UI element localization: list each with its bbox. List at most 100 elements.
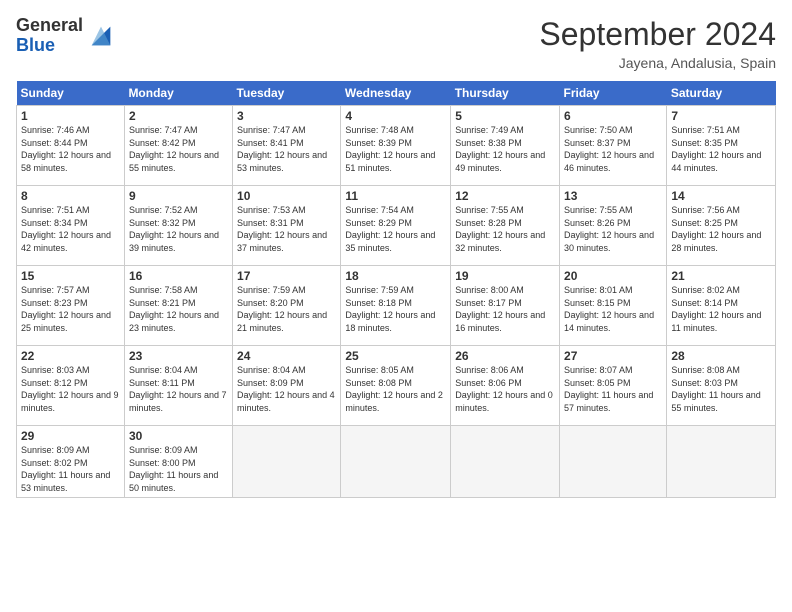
- day-cell: 17 Sunrise: 7:59 AMSunset: 8:20 PMDaylig…: [233, 266, 341, 346]
- day-cell: 30 Sunrise: 8:09 AMSunset: 8:00 PMDaylig…: [124, 426, 232, 498]
- day-number: 19: [455, 269, 555, 283]
- day-cell: 26 Sunrise: 8:06 AMSunset: 8:06 PMDaylig…: [451, 346, 560, 426]
- day-cell: 10 Sunrise: 7:53 AMSunset: 8:31 PMDaylig…: [233, 186, 341, 266]
- day-info: Sunrise: 7:46 AMSunset: 8:44 PMDaylight:…: [21, 125, 111, 173]
- day-info: Sunrise: 8:04 AMSunset: 8:11 PMDaylight:…: [129, 365, 227, 413]
- day-number: 10: [237, 189, 336, 203]
- day-number: 29: [21, 429, 120, 443]
- calendar-week-row: 8 Sunrise: 7:51 AMSunset: 8:34 PMDayligh…: [17, 186, 776, 266]
- day-info: Sunrise: 7:59 AMSunset: 8:20 PMDaylight:…: [237, 285, 327, 333]
- day-info: Sunrise: 7:47 AMSunset: 8:41 PMDaylight:…: [237, 125, 327, 173]
- day-cell: 21 Sunrise: 8:02 AMSunset: 8:14 PMDaylig…: [667, 266, 776, 346]
- day-info: Sunrise: 8:01 AMSunset: 8:15 PMDaylight:…: [564, 285, 654, 333]
- col-saturday: Saturday: [667, 81, 776, 106]
- day-info: Sunrise: 7:56 AMSunset: 8:25 PMDaylight:…: [671, 205, 761, 253]
- day-number: 1: [21, 109, 120, 123]
- day-number: 24: [237, 349, 336, 363]
- day-info: Sunrise: 8:08 AMSunset: 8:03 PMDaylight:…: [671, 365, 760, 413]
- day-info: Sunrise: 7:57 AMSunset: 8:23 PMDaylight:…: [21, 285, 111, 333]
- day-cell: 8 Sunrise: 7:51 AMSunset: 8:34 PMDayligh…: [17, 186, 125, 266]
- empty-day-cell: [451, 426, 560, 498]
- day-info: Sunrise: 7:54 AMSunset: 8:29 PMDaylight:…: [345, 205, 435, 253]
- day-number: 7: [671, 109, 771, 123]
- day-cell: 19 Sunrise: 8:00 AMSunset: 8:17 PMDaylig…: [451, 266, 560, 346]
- day-cell: 14 Sunrise: 7:56 AMSunset: 8:25 PMDaylig…: [667, 186, 776, 266]
- day-info: Sunrise: 8:09 AMSunset: 8:02 PMDaylight:…: [21, 445, 110, 493]
- day-number: 4: [345, 109, 446, 123]
- day-info: Sunrise: 7:55 AMSunset: 8:28 PMDaylight:…: [455, 205, 545, 253]
- day-cell: 13 Sunrise: 7:55 AMSunset: 8:26 PMDaylig…: [560, 186, 667, 266]
- day-info: Sunrise: 8:06 AMSunset: 8:06 PMDaylight:…: [455, 365, 553, 413]
- day-number: 2: [129, 109, 228, 123]
- logo-general-text: General: [16, 16, 83, 36]
- day-info: Sunrise: 8:09 AMSunset: 8:00 PMDaylight:…: [129, 445, 218, 493]
- day-info: Sunrise: 7:52 AMSunset: 8:32 PMDaylight:…: [129, 205, 219, 253]
- day-number: 21: [671, 269, 771, 283]
- day-info: Sunrise: 8:04 AMSunset: 8:09 PMDaylight:…: [237, 365, 335, 413]
- title-section: September 2024 Jayena, Andalusia, Spain: [539, 16, 776, 71]
- day-cell: 2 Sunrise: 7:47 AMSunset: 8:42 PMDayligh…: [124, 106, 232, 186]
- day-cell: 20 Sunrise: 8:01 AMSunset: 8:15 PMDaylig…: [560, 266, 667, 346]
- empty-day-cell: [341, 426, 451, 498]
- day-cell: 3 Sunrise: 7:47 AMSunset: 8:41 PMDayligh…: [233, 106, 341, 186]
- day-info: Sunrise: 8:02 AMSunset: 8:14 PMDaylight:…: [671, 285, 761, 333]
- day-info: Sunrise: 7:48 AMSunset: 8:39 PMDaylight:…: [345, 125, 435, 173]
- col-thursday: Thursday: [451, 81, 560, 106]
- calendar-week-row: 22 Sunrise: 8:03 AMSunset: 8:12 PMDaylig…: [17, 346, 776, 426]
- day-info: Sunrise: 7:53 AMSunset: 8:31 PMDaylight:…: [237, 205, 327, 253]
- day-info: Sunrise: 7:55 AMSunset: 8:26 PMDaylight:…: [564, 205, 654, 253]
- day-info: Sunrise: 7:58 AMSunset: 8:21 PMDaylight:…: [129, 285, 219, 333]
- day-number: 27: [564, 349, 662, 363]
- day-info: Sunrise: 7:51 AMSunset: 8:35 PMDaylight:…: [671, 125, 761, 173]
- day-number: 30: [129, 429, 228, 443]
- day-number: 9: [129, 189, 228, 203]
- day-number: 26: [455, 349, 555, 363]
- day-number: 11: [345, 189, 446, 203]
- day-number: 6: [564, 109, 662, 123]
- col-tuesday: Tuesday: [233, 81, 341, 106]
- day-cell: 9 Sunrise: 7:52 AMSunset: 8:32 PMDayligh…: [124, 186, 232, 266]
- month-title: September 2024: [539, 16, 776, 53]
- day-number: 28: [671, 349, 771, 363]
- day-info: Sunrise: 8:03 AMSunset: 8:12 PMDaylight:…: [21, 365, 119, 413]
- empty-day-cell: [233, 426, 341, 498]
- day-cell: 1 Sunrise: 7:46 AMSunset: 8:44 PMDayligh…: [17, 106, 125, 186]
- col-monday: Monday: [124, 81, 232, 106]
- col-sunday: Sunday: [17, 81, 125, 106]
- day-cell: 11 Sunrise: 7:54 AMSunset: 8:29 PMDaylig…: [341, 186, 451, 266]
- empty-day-cell: [560, 426, 667, 498]
- day-info: Sunrise: 7:51 AMSunset: 8:34 PMDaylight:…: [21, 205, 111, 253]
- day-info: Sunrise: 7:59 AMSunset: 8:18 PMDaylight:…: [345, 285, 435, 333]
- location: Jayena, Andalusia, Spain: [539, 55, 776, 71]
- day-cell: 24 Sunrise: 8:04 AMSunset: 8:09 PMDaylig…: [233, 346, 341, 426]
- day-number: 3: [237, 109, 336, 123]
- day-cell: 15 Sunrise: 7:57 AMSunset: 8:23 PMDaylig…: [17, 266, 125, 346]
- calendar-week-row: 1 Sunrise: 7:46 AMSunset: 8:44 PMDayligh…: [17, 106, 776, 186]
- day-number: 14: [671, 189, 771, 203]
- day-cell: 27 Sunrise: 8:07 AMSunset: 8:05 PMDaylig…: [560, 346, 667, 426]
- day-cell: 23 Sunrise: 8:04 AMSunset: 8:11 PMDaylig…: [124, 346, 232, 426]
- col-wednesday: Wednesday: [341, 81, 451, 106]
- day-cell: 29 Sunrise: 8:09 AMSunset: 8:02 PMDaylig…: [17, 426, 125, 498]
- day-info: Sunrise: 7:50 AMSunset: 8:37 PMDaylight:…: [564, 125, 654, 173]
- logo-icon: [87, 22, 115, 50]
- day-info: Sunrise: 8:07 AMSunset: 8:05 PMDaylight:…: [564, 365, 653, 413]
- day-number: 8: [21, 189, 120, 203]
- calendar-table: Sunday Monday Tuesday Wednesday Thursday…: [16, 81, 776, 498]
- day-info: Sunrise: 8:05 AMSunset: 8:08 PMDaylight:…: [345, 365, 443, 413]
- day-number: 20: [564, 269, 662, 283]
- day-number: 12: [455, 189, 555, 203]
- day-cell: 22 Sunrise: 8:03 AMSunset: 8:12 PMDaylig…: [17, 346, 125, 426]
- day-info: Sunrise: 7:49 AMSunset: 8:38 PMDaylight:…: [455, 125, 545, 173]
- day-cell: 18 Sunrise: 7:59 AMSunset: 8:18 PMDaylig…: [341, 266, 451, 346]
- day-number: 22: [21, 349, 120, 363]
- calendar-week-row: 15 Sunrise: 7:57 AMSunset: 8:23 PMDaylig…: [17, 266, 776, 346]
- col-friday: Friday: [560, 81, 667, 106]
- logo: General Blue: [16, 16, 115, 56]
- empty-day-cell: [667, 426, 776, 498]
- day-cell: 7 Sunrise: 7:51 AMSunset: 8:35 PMDayligh…: [667, 106, 776, 186]
- page: General Blue September 2024 Jayena, Anda…: [0, 0, 792, 612]
- day-info: Sunrise: 8:00 AMSunset: 8:17 PMDaylight:…: [455, 285, 545, 333]
- day-cell: 5 Sunrise: 7:49 AMSunset: 8:38 PMDayligh…: [451, 106, 560, 186]
- day-number: 5: [455, 109, 555, 123]
